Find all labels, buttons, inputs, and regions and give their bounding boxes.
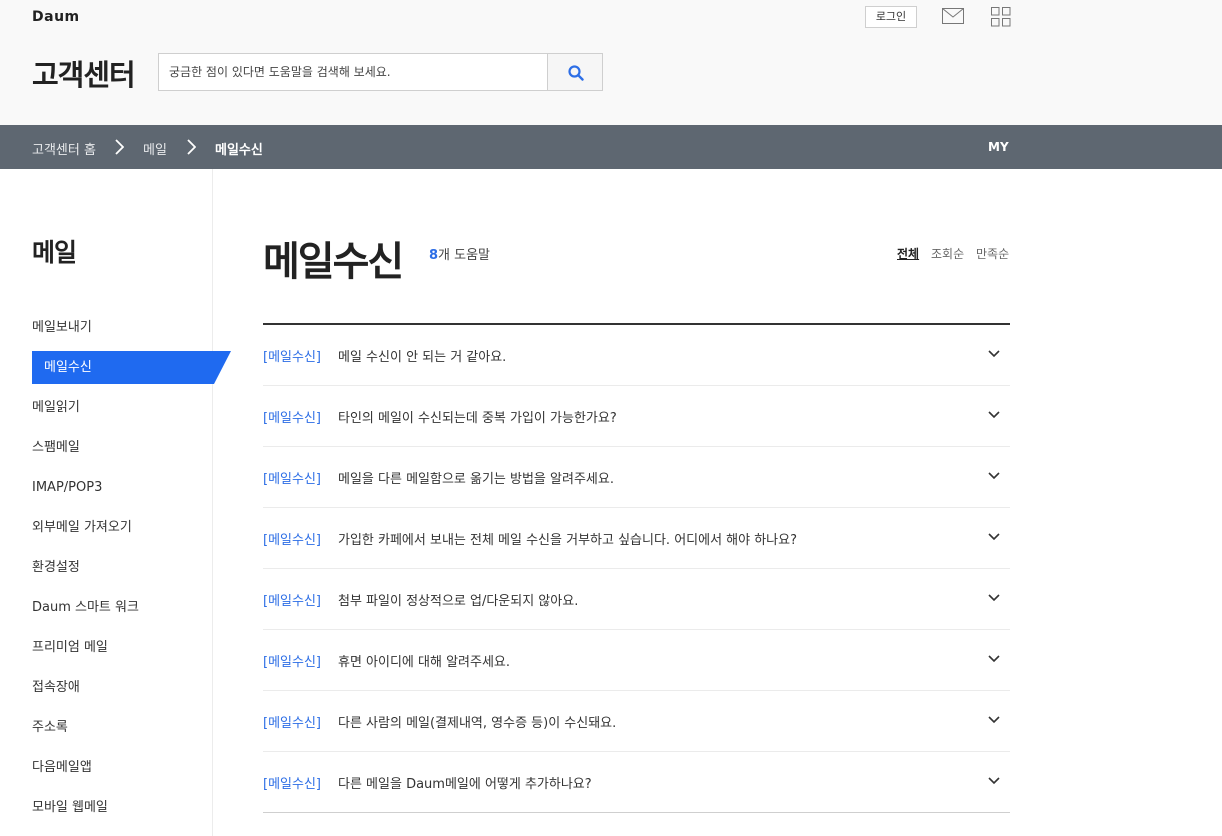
faq-question: 메일을 다른 메일함으로 옮기는 방법을 알려주세요. xyxy=(338,472,614,487)
faq-category: [메일수신] xyxy=(263,533,321,548)
faq-category: [메일수신] xyxy=(263,594,321,609)
sidebar-item-send-mail[interactable]: 메일보내기 xyxy=(32,312,92,344)
chevron-down-icon[interactable] xyxy=(988,472,1000,480)
mail-icon[interactable] xyxy=(942,8,964,24)
faq-item[interactable]: [메일수신] 휴면 아이디에 대해 알려주세요. xyxy=(263,630,1010,691)
faq-category: [메일수신] xyxy=(263,716,321,731)
breadcrumb-current[interactable]: 메일수신 xyxy=(215,139,263,158)
faq-item[interactable]: [메일수신] 메일 수신이 안 되는 거 같아요. xyxy=(263,325,1010,386)
sidebar-item-imap-pop3[interactable]: IMAP/POP3 xyxy=(32,472,102,504)
sidebar-item-read-mail[interactable]: 메일읽기 xyxy=(32,392,80,424)
help-count-number: 8 xyxy=(429,248,439,263)
faq-item[interactable]: [메일수신] 첨부 파일이 정상적으로 업/다운되지 않아요. xyxy=(263,569,1010,630)
sidebar-item-external-mail[interactable]: 외부메일 가져오기 xyxy=(32,512,132,544)
breadcrumb: 고객센터 홈 메일 메일수신 MY xyxy=(0,125,1222,169)
sort-views[interactable]: 조회순 xyxy=(931,245,964,262)
chevron-down-icon[interactable] xyxy=(988,411,1000,419)
sidebar-item-smart-work[interactable]: Daum 스마트 워크 xyxy=(32,592,139,624)
chevron-right-icon xyxy=(187,139,196,155)
faq-item[interactable]: [메일수신] 가입한 카페에서 보내는 전체 메일 수신을 거부하고 싶습니다.… xyxy=(263,508,1010,569)
chevron-down-icon[interactable] xyxy=(988,716,1000,724)
chevron-down-icon[interactable] xyxy=(988,350,1000,358)
chevron-down-icon[interactable] xyxy=(988,777,1000,785)
daum-logo[interactable]: Daum xyxy=(32,9,80,25)
login-button[interactable]: 로그인 xyxy=(865,6,917,28)
help-count-suffix: 개 도움말 xyxy=(438,248,491,263)
search-input[interactable] xyxy=(159,54,547,90)
search-box xyxy=(158,53,603,91)
faq-question: 휴면 아이디에 대해 알려주세요. xyxy=(338,655,511,670)
chevron-right-icon xyxy=(115,139,124,155)
sidebar-item-premium-mail[interactable]: 프리미엄 메일 xyxy=(32,632,108,664)
faq-item[interactable]: [메일수신] 타인의 메일이 수신되는데 중복 가입이 가능한가요? xyxy=(263,386,1010,447)
sidebar-item-mobile-webmail[interactable]: 모바일 웹메일 xyxy=(32,792,108,824)
faq-question: 타인의 메일이 수신되는데 중복 가입이 가능한가요? xyxy=(338,411,617,426)
faq-question: 첨부 파일이 정상적으로 업/다운되지 않아요. xyxy=(338,594,579,609)
customer-center-title[interactable]: 고객센터 xyxy=(32,52,136,94)
faq-category: [메일수신] xyxy=(263,411,321,426)
chevron-down-icon[interactable] xyxy=(988,655,1000,663)
faq-item[interactable]: [메일수신] 메일을 다른 메일함으로 옮기는 방법을 알려주세요. xyxy=(263,447,1010,508)
search-icon xyxy=(568,65,584,81)
help-count: 8개 도움말 xyxy=(429,244,490,263)
breadcrumb-home[interactable]: 고객센터 홈 xyxy=(32,139,96,158)
sidebar-title: 메일 xyxy=(32,238,77,267)
faq-question: 가입한 카페에서 보내는 전체 메일 수신을 거부하고 싶습니다. 어디에서 해… xyxy=(338,533,797,548)
apps-grid-icon[interactable] xyxy=(991,7,1011,27)
faq-category: [메일수신] xyxy=(263,655,321,670)
page-title: 메일수신 xyxy=(263,239,404,285)
header: Daum 로그인 고객센터 xyxy=(0,0,1222,125)
sidebar-item-address-book[interactable]: 주소록 xyxy=(32,712,68,744)
my-link[interactable]: MY xyxy=(988,140,1009,154)
faq-item[interactable]: [메일수신] 다른 메일을 Daum메일에 어떻게 추가하나요? xyxy=(263,752,1010,813)
sidebar-item-mail-app[interactable]: 다음메일앱 xyxy=(32,752,92,784)
sidebar-item-connection-issue[interactable]: 접속장애 xyxy=(32,672,80,704)
search-button[interactable] xyxy=(547,54,602,90)
chevron-down-icon[interactable] xyxy=(988,594,1000,602)
sidebar-item-settings[interactable]: 환경설정 xyxy=(32,552,80,584)
sidebar-item-receive-mail[interactable]: 메일수신 xyxy=(44,352,92,384)
faq-category: [메일수신] xyxy=(263,350,321,365)
sidebar-item-spam-mail[interactable]: 스팸메일 xyxy=(32,432,80,464)
faq-list: [메일수신] 메일 수신이 안 되는 거 같아요. [메일수신] 타인의 메일이… xyxy=(263,323,1010,813)
faq-category: [메일수신] xyxy=(263,472,321,487)
breadcrumb-mail[interactable]: 메일 xyxy=(143,139,167,158)
faq-question: 다른 메일을 Daum메일에 어떻게 추가하나요? xyxy=(338,777,592,792)
sort-satisfaction[interactable]: 만족순 xyxy=(976,245,1009,262)
chevron-down-icon[interactable] xyxy=(988,533,1000,541)
faq-item[interactable]: [메일수신] 다른 사람의 메일(결제내역, 영수증 등)이 수신돼요. xyxy=(263,691,1010,752)
faq-question: 메일 수신이 안 되는 거 같아요. xyxy=(338,350,507,365)
faq-category: [메일수신] xyxy=(263,777,321,792)
sort-all[interactable]: 전체 xyxy=(897,245,919,262)
faq-question: 다른 사람의 메일(결제내역, 영수증 등)이 수신돼요. xyxy=(338,716,617,731)
sidebar: 메일 메일보내기 메일수신 메일읽기 스팸메일 IMAP/POP3 외부메일 가… xyxy=(0,169,231,836)
